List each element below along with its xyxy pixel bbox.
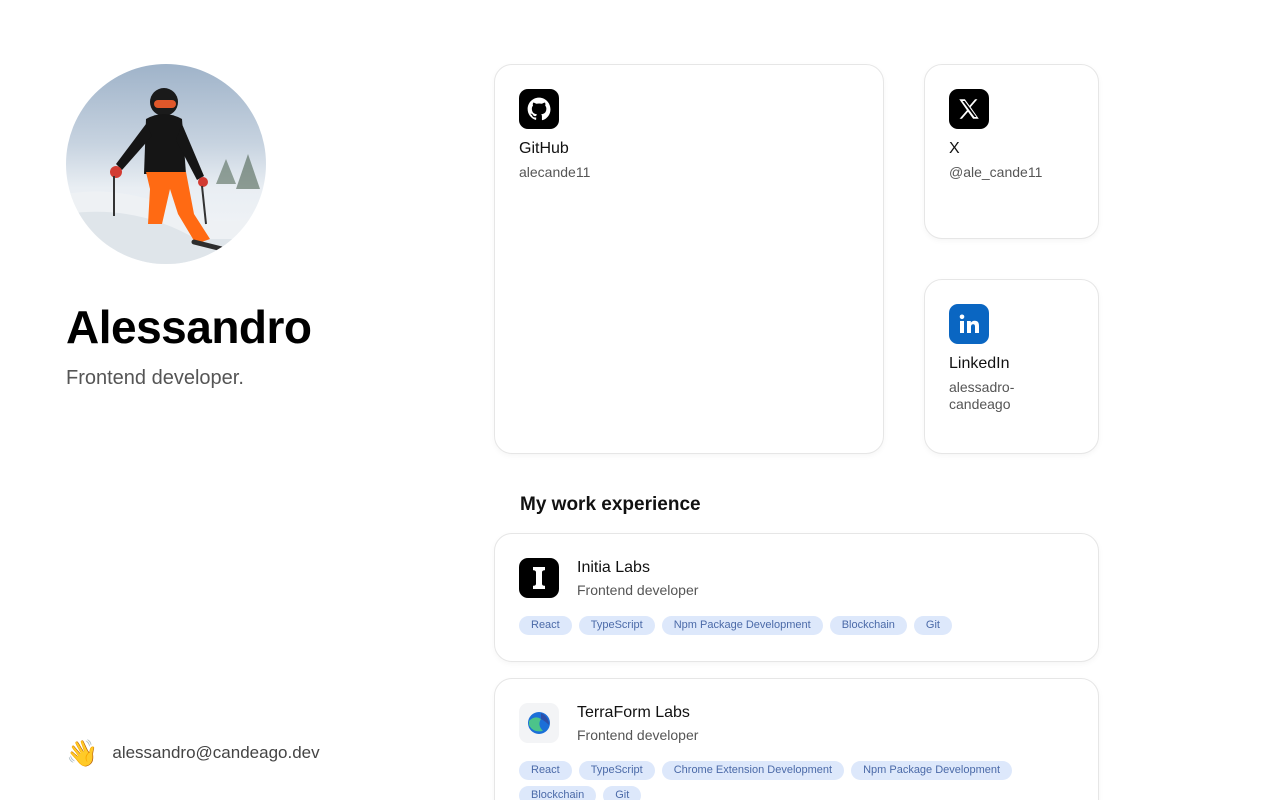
github-card[interactable]: GitHub alecande11 [494, 64, 884, 454]
skill-tag: Chrome Extension Development [661, 761, 845, 780]
experience-card-terraform[interactable]: TerraForm Labs Frontend developer React … [494, 678, 1099, 800]
skill-tag: Npm Package Development [661, 616, 823, 635]
linkedin-icon [949, 304, 989, 344]
x-icon [949, 89, 989, 129]
company-role: Frontend developer [577, 582, 699, 598]
skill-tag: Npm Package Development [851, 761, 1013, 780]
skill-tag: TypeScript [578, 761, 655, 780]
github-title: GitHub [519, 140, 569, 157]
x-handle: @ale_cande11 [949, 164, 1043, 180]
x-title: X [949, 140, 960, 157]
company-role: Frontend developer [577, 727, 699, 743]
linkedin-title: LinkedIn [949, 355, 1010, 372]
skill-tag: Blockchain [829, 616, 907, 635]
company-name: TerraForm Labs [577, 704, 690, 721]
waving-hand-icon: 👋 [66, 738, 99, 768]
linkedin-card[interactable]: LinkedIn alessadro-candeago [924, 279, 1099, 454]
skill-tag: Git [913, 616, 952, 635]
skill-tag: React [519, 761, 572, 780]
github-icon [519, 89, 559, 129]
contact-email[interactable]: 👋 alessandro@candeago.dev [66, 738, 320, 768]
skill-tag: Blockchain [519, 786, 597, 800]
profile-name: Alessandro [66, 301, 312, 353]
skill-tags: React TypeScript Chrome Extension Develo… [519, 761, 1079, 800]
skill-tag: TypeScript [578, 616, 655, 635]
email-address[interactable]: alessandro@candeago.dev [112, 743, 319, 763]
initia-logo-icon [519, 558, 559, 598]
terraform-labs-logo-icon [519, 703, 559, 743]
skill-tag: React [519, 616, 572, 635]
page: Alessandro Frontend developer. 👋 alessan… [0, 0, 1280, 800]
work-experience-heading: My work experience [520, 494, 701, 515]
skill-tag: Git [603, 786, 642, 800]
company-name: Initia Labs [577, 559, 650, 576]
profile-tagline: Frontend developer. [66, 367, 244, 389]
experience-card-initia[interactable]: Initia Labs Frontend developer React Typ… [494, 533, 1099, 662]
avatar [66, 64, 266, 264]
skill-tags: React TypeScript Npm Package Development… [519, 616, 1079, 635]
x-card[interactable]: X @ale_cande11 [924, 64, 1099, 239]
linkedin-handle: alessadro-candeago [949, 379, 1015, 412]
github-handle: alecande11 [519, 164, 591, 180]
